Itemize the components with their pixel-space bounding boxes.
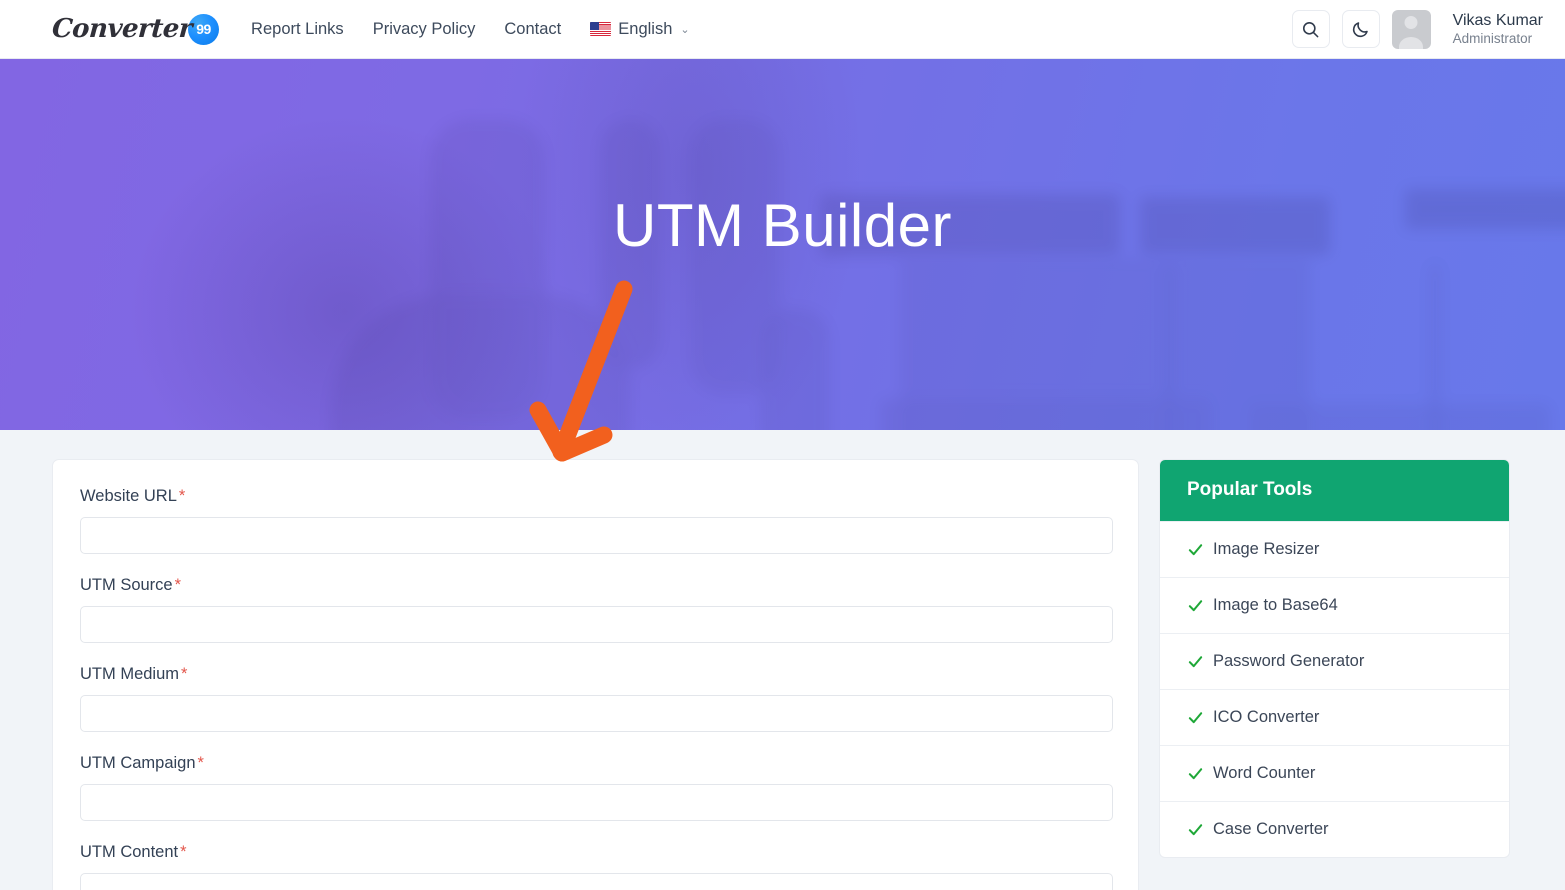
website-url-input[interactable] (80, 517, 1113, 554)
utm-campaign-input[interactable] (80, 784, 1113, 821)
check-icon (1188, 824, 1203, 836)
nav-item-report-links[interactable]: Report Links (251, 20, 344, 39)
user-meta[interactable]: Vikas Kumar Administrator (1453, 11, 1543, 48)
field-utm-content: UTM Content * (80, 843, 1113, 890)
tool-item-label: ICO Converter (1213, 708, 1320, 726)
field-label-text: UTM Source (80, 576, 173, 594)
field-utm-medium: UTM Medium * (80, 665, 1113, 732)
tool-item-label: Image Resizer (1213, 540, 1320, 558)
tool-item-label: Case Converter (1213, 820, 1329, 838)
user-name: Vikas Kumar (1452, 11, 1543, 29)
brand-logo-text: Converter (50, 14, 194, 44)
check-icon (1188, 768, 1203, 780)
tool-item-label: Image to Base64 (1213, 596, 1338, 614)
field-label-text: UTM Campaign (80, 754, 196, 772)
header-actions: Vikas Kumar Administrator (1291, 9, 1543, 49)
tool-item-label: Password Generator (1213, 652, 1365, 670)
utm-content-input[interactable] (80, 873, 1113, 890)
utm-source-input[interactable] (80, 606, 1113, 643)
popular-tools-panel: Popular Tools Image Resizer Image to Bas… (1159, 459, 1510, 858)
check-icon (1188, 544, 1203, 556)
field-utm-campaign: UTM Campaign * (80, 754, 1113, 821)
tool-item-label: Word Counter (1213, 764, 1316, 782)
field-label-utm-source: UTM Source * (80, 576, 1111, 595)
tool-item-image-resizer[interactable]: Image Resizer (1160, 521, 1509, 577)
required-marker: * (197, 754, 204, 772)
primary-nav: Report Links Privacy Policy Contact Engl… (251, 20, 690, 39)
hero-banner: UTM Builder (0, 59, 1565, 430)
tool-item-word-counter[interactable]: Word Counter (1160, 745, 1509, 801)
field-label-text: UTM Medium (80, 665, 180, 683)
tool-item-image-to-base64[interactable]: Image to Base64 (1160, 577, 1509, 633)
theme-toggle-button[interactable] (1341, 10, 1380, 48)
tool-item-case-converter[interactable]: Case Converter (1160, 801, 1509, 857)
main-content: Website URL * UTM Source * UTM Medium * UTM… (0, 430, 1565, 890)
field-website-url: Website URL * (80, 487, 1113, 554)
required-marker: * (180, 843, 187, 861)
nav-item-contact[interactable]: Contact (504, 20, 561, 39)
brand-logo[interactable]: Converter 99 (50, 13, 220, 45)
required-marker: * (178, 487, 186, 505)
language-selector[interactable]: English ⌄ (590, 19, 690, 39)
utm-medium-input[interactable] (80, 695, 1113, 732)
field-label-utm-campaign: UTM Campaign * (80, 754, 1111, 773)
required-marker: * (181, 665, 188, 683)
site-header: Converter 99 Report Links Privacy Policy… (0, 0, 1565, 59)
utm-builder-form: Website URL * UTM Source * UTM Medium * UTM… (52, 459, 1139, 890)
chevron-down-icon: ⌄ (680, 23, 690, 36)
required-marker: * (174, 576, 182, 594)
popular-tools-title: Popular Tools (1160, 460, 1509, 521)
language-selector-label: English (618, 19, 673, 38)
nav-item-privacy-policy[interactable]: Privacy Policy (373, 20, 476, 39)
check-icon (1188, 656, 1203, 668)
moon-icon (1353, 21, 1368, 37)
check-icon (1188, 600, 1203, 612)
page-title: UTM Builder (613, 191, 952, 259)
tool-item-ico-converter[interactable]: ICO Converter (1160, 689, 1509, 745)
user-role: Administrator (1452, 30, 1533, 46)
us-flag-icon (590, 22, 612, 36)
field-label-text: UTM Content (80, 843, 179, 861)
field-utm-source: UTM Source * (80, 576, 1113, 643)
search-icon (1303, 21, 1319, 37)
field-label-website-url: Website URL * (80, 487, 1111, 506)
field-label-utm-medium: UTM Medium * (80, 665, 1111, 684)
field-label-text: Website URL (80, 487, 177, 505)
field-label-utm-content: UTM Content * (80, 843, 1111, 862)
tool-item-password-generator[interactable]: Password Generator (1160, 633, 1509, 689)
check-icon (1188, 712, 1203, 724)
search-button[interactable] (1291, 10, 1330, 48)
avatar[interactable] (1391, 9, 1431, 49)
